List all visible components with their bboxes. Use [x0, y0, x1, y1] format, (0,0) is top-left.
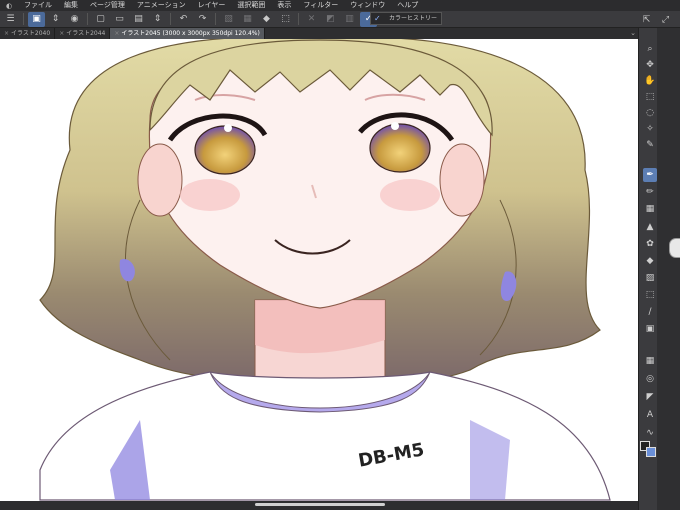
eyedropper-icon[interactable]: ✎	[643, 138, 657, 152]
frame-icon[interactable]: ▦	[643, 354, 657, 368]
fullscreen-icon[interactable]: ⤢	[657, 12, 674, 27]
toolbar-right: ⇱ ⤢	[638, 12, 676, 27]
eye-right	[369, 123, 431, 173]
clear-icon[interactable]: ▧	[220, 12, 237, 27]
tabs-dropdown-icon[interactable]: ⌄	[630, 28, 636, 39]
menu-help[interactable]: ヘルプ	[391, 0, 424, 11]
zoom-icon[interactable]: ⌕	[643, 42, 657, 56]
selection-clear-icon[interactable]: ▦	[239, 12, 256, 27]
close-icon[interactable]: ×	[114, 30, 119, 37]
illustration	[39, 39, 611, 501]
airbrush-icon[interactable]: ▲	[643, 220, 657, 234]
eye-right-highlight	[391, 122, 399, 130]
tab-illust-2044[interactable]: × イラスト2044	[55, 28, 111, 39]
color-history-popup[interactable]: ✓ カラーヒストリー	[370, 12, 442, 25]
move-icon[interactable]: ✥	[643, 58, 657, 72]
eraser-icon[interactable]: ◆	[643, 254, 657, 268]
select-icon[interactable]: ⬚	[643, 90, 657, 104]
color-history-label: カラーヒストリー	[389, 15, 438, 22]
tab-illust-2040[interactable]: × イラスト2040	[0, 28, 56, 39]
toolbar-divider	[87, 13, 88, 25]
menu-selection[interactable]: 選択範囲	[231, 0, 271, 11]
tab-illust-2045[interactable]: × イラスト2045 (3000 x 3000px 350dpi 120.4%)	[110, 28, 265, 39]
line-icon[interactable]: ◤	[643, 390, 657, 404]
menu-edit[interactable]: 編集	[58, 0, 84, 11]
arrange-icon[interactable]: ⇕	[149, 12, 166, 27]
menu-file[interactable]: ファイル	[18, 0, 58, 11]
menu-hamburger-icon[interactable]: ☰	[2, 12, 19, 27]
hand-icon[interactable]: ✋	[643, 74, 657, 88]
invert-selection-icon[interactable]: ◩	[322, 12, 339, 27]
open-folder-icon[interactable]: ▭	[111, 12, 128, 27]
tool-palette: ⌕ ✥ ✋ ⬚ ◌ ✧ ✎ ✒ ✏ ▦ ▲ ✿ ◆ ▨ ⬚ ∕ ▣ ▦ ◎ ◤ …	[638, 28, 680, 510]
ear-left	[137, 143, 183, 217]
close-icon[interactable]: ×	[4, 30, 9, 37]
stepper-icon[interactable]: ⇕	[47, 12, 64, 27]
menu-layer[interactable]: レイヤー	[192, 0, 232, 11]
text-icon[interactable]: A	[643, 408, 657, 422]
checkmark-icon: ✓	[374, 14, 381, 23]
menu-filter[interactable]: フィルター	[297, 0, 344, 11]
undo-icon[interactable]: ↶	[175, 12, 192, 27]
eye-left-highlight	[224, 124, 232, 132]
command-bar: ☰ ▣ ⇕ ◉ ▢ ▭ ▤ ⇕ ↶ ↷ ▧ ▦ ◆ ⬚ ✕ ◩ ▥ ✓ ⇱ ⤢	[0, 11, 680, 28]
canvas-view-icon[interactable]: ▣	[28, 11, 45, 27]
eye-left	[194, 125, 256, 175]
fill-icon[interactable]: ◆	[258, 12, 275, 27]
blush-right	[380, 179, 440, 211]
save-icon[interactable]: ▤	[130, 12, 147, 27]
clip-studio-window: ◐ ファイル 編集 ページ管理 アニメーション レイヤー 選択範囲 表示 フィル…	[0, 0, 680, 510]
pencil-icon[interactable]: ✏	[643, 185, 657, 199]
drawing-canvas[interactable]: DB-M5	[0, 39, 638, 501]
show-selection-icon[interactable]: ▥	[341, 12, 358, 27]
ear-right	[439, 143, 485, 217]
menu-bar: ◐ ファイル 編集 ページ管理 アニメーション レイヤー 選択範囲 表示 フィル…	[0, 0, 680, 11]
toolbar-divider	[298, 13, 299, 25]
menu-window[interactable]: ウィンドウ	[344, 0, 391, 11]
menu-animation[interactable]: アニメーション	[131, 0, 192, 11]
blush-left	[180, 179, 240, 211]
pen-icon[interactable]: ✒	[643, 168, 657, 182]
transform-icon[interactable]: ⬚	[277, 12, 294, 27]
tab-label: イラスト2045 (3000 x 3000px 350dpi 120.4%)	[121, 30, 260, 37]
close-icon[interactable]: ×	[59, 30, 64, 37]
correct-line-icon[interactable]: ∿	[643, 426, 657, 440]
tool-palette-side	[657, 28, 680, 510]
brush-icon[interactable]: ▦	[643, 202, 657, 216]
tab-label: イラスト2044	[66, 30, 106, 37]
deselect-icon[interactable]: ✕	[303, 12, 320, 27]
collapse-icon[interactable]: ⇱	[638, 12, 655, 27]
wand-icon[interactable]: ✧	[643, 122, 657, 136]
gradient-icon[interactable]: ▨	[643, 271, 657, 285]
new-file-icon[interactable]: ▢	[92, 12, 109, 27]
redo-icon[interactable]: ↷	[194, 12, 211, 27]
ruler-icon[interactable]: ∕	[643, 305, 657, 319]
home-indicator[interactable]	[255, 503, 385, 506]
balloon-icon[interactable]: ◎	[643, 372, 657, 386]
record-icon[interactable]: ◉	[66, 12, 83, 27]
toolbar-divider	[215, 13, 216, 25]
menu-page[interactable]: ページ管理	[84, 0, 131, 11]
blend-icon[interactable]: ⬚	[643, 288, 657, 302]
menu-view[interactable]: 表示	[271, 0, 297, 11]
figure-icon[interactable]: ▣	[643, 322, 657, 336]
document-tabs: × イラスト2040 × イラスト2044 × イラスト2045 (3000 x 30…	[0, 28, 638, 39]
decoration-icon[interactable]: ✿	[643, 237, 657, 251]
lasso-icon[interactable]: ◌	[643, 106, 657, 120]
sub-color-swatch[interactable]	[646, 447, 656, 457]
toolbar-divider	[170, 13, 171, 25]
toolbar-divider	[23, 13, 24, 25]
app-logo-icon[interactable]: ◐	[0, 2, 18, 10]
tab-label: イラスト2040	[11, 30, 51, 37]
palette-handle[interactable]	[669, 238, 680, 258]
